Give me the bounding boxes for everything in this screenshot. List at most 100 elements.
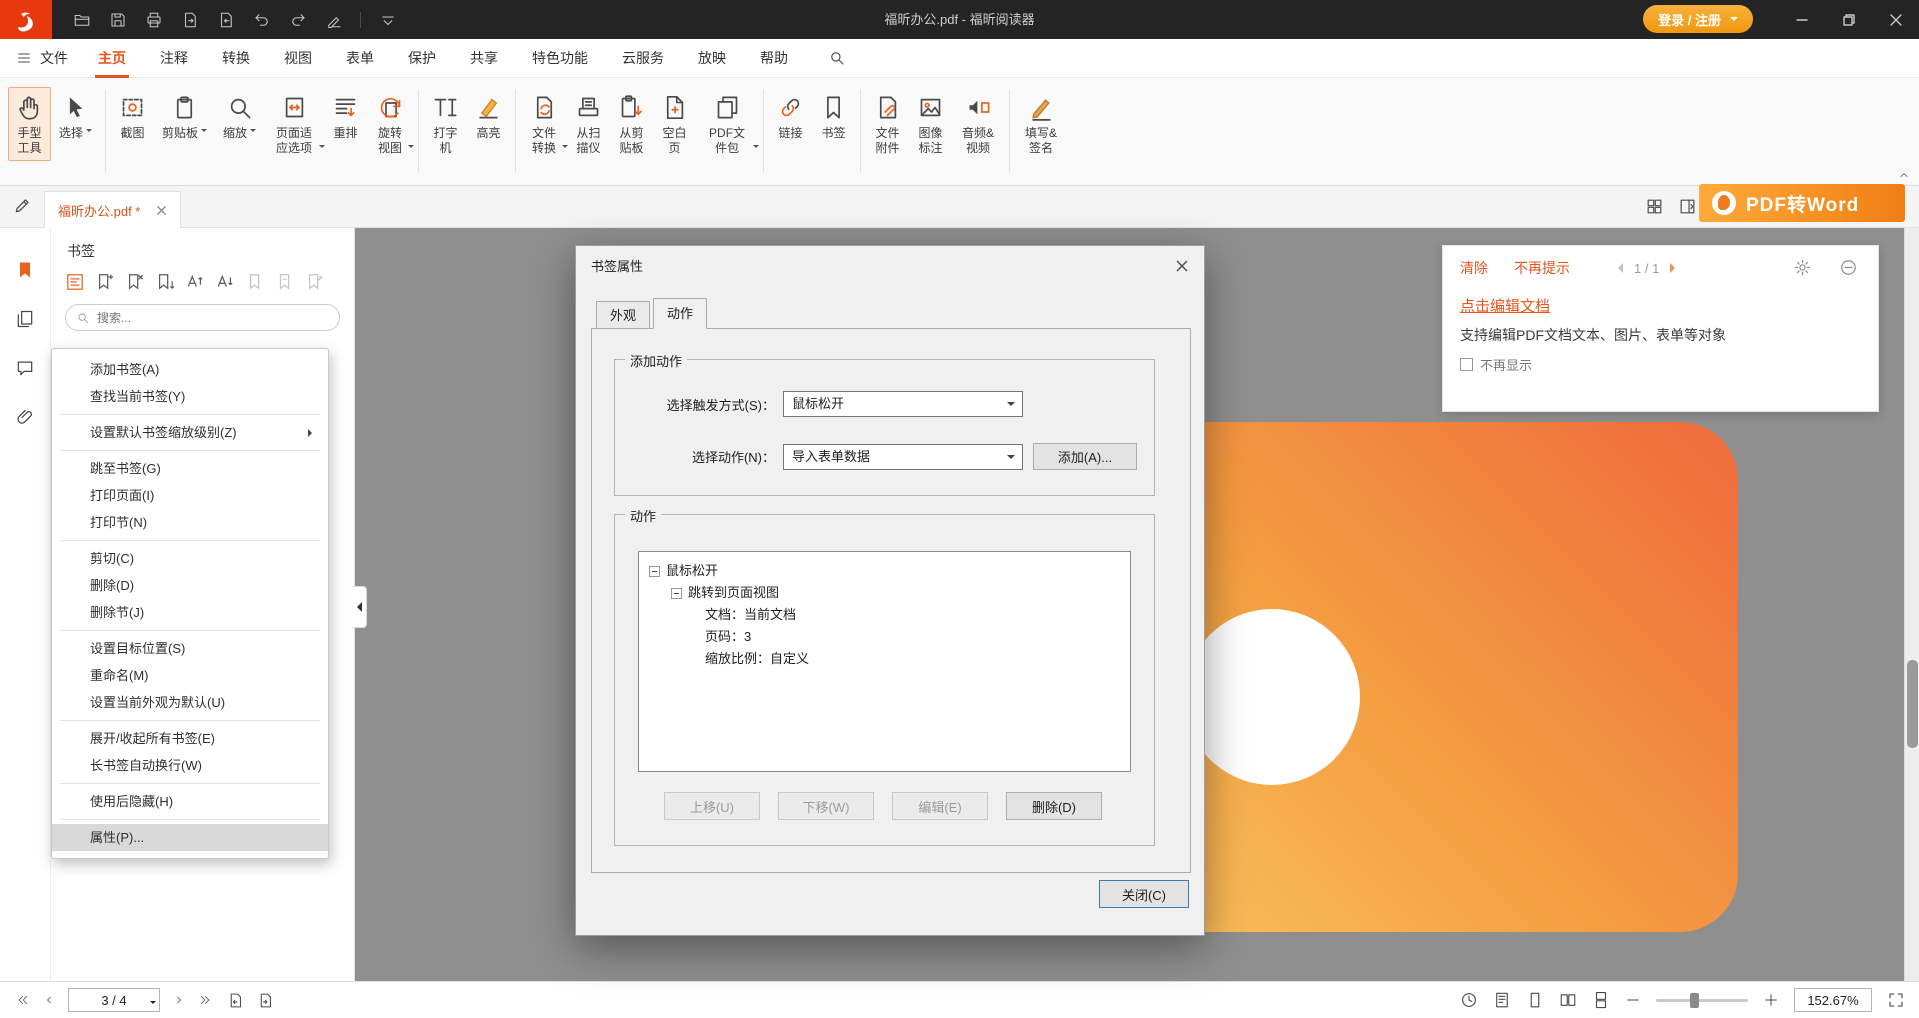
ribbon-tool-blank-page[interactable]: 空白页 <box>653 87 696 161</box>
annotate-pencil-icon[interactable] <box>13 195 33 215</box>
pdf-to-word-button[interactable]: PDF转Word <box>1699 184 1905 222</box>
move-up-button[interactable]: 上移(U) <box>664 792 760 820</box>
ribbon-tool-select[interactable]: 选择 <box>51 87 100 146</box>
ribbon-tool-typewriter[interactable]: 打字机 <box>424 87 467 161</box>
menu-tab-share[interactable]: 共享 <box>470 39 498 78</box>
prev-tip-icon[interactable] <box>1613 263 1623 273</box>
bookmarks-panel-icon[interactable] <box>15 260 35 280</box>
clear-link[interactable]: 清除 <box>1460 258 1488 278</box>
ribbon-tool-file-attachment[interactable]: 文件附件 <box>866 87 909 161</box>
ribbon-tool-snapshot[interactable]: 截图 <box>111 87 154 146</box>
previous-bookmark-icon[interactable] <box>246 273 264 291</box>
menu-item-delete[interactable]: 删除(D) <box>52 572 328 599</box>
delete-bookmark-icon[interactable] <box>126 273 144 291</box>
dialog-titlebar[interactable]: 书签属性 <box>576 246 1204 284</box>
add-action-button[interactable]: 添加(A)... <box>1033 443 1137 470</box>
continuous-scroll-icon[interactable] <box>1592 991 1610 1009</box>
zoom-out-button[interactable] <box>1625 992 1641 1008</box>
tab-action[interactable]: 动作 <box>653 298 707 329</box>
ribbon-tool-audio-video[interactable]: 音频&视频 <box>952 87 1004 161</box>
ribbon-tool-link[interactable]: 链接 <box>769 87 812 146</box>
open-file-button[interactable] <box>68 6 95 33</box>
grid-view-icon[interactable] <box>1645 197 1664 216</box>
redo-button[interactable] <box>284 6 311 33</box>
ribbon-tool-from-scanner[interactable]: 从扫描仪 <box>567 87 610 161</box>
tab-appearance[interactable]: 外观 <box>596 301 650 329</box>
menu-item-find-current-bookmark[interactable]: 查找当前书签(Y) <box>52 383 328 410</box>
next-tip-icon[interactable] <box>1670 263 1680 273</box>
scrollbar-thumb[interactable] <box>1907 660 1918 748</box>
login-button[interactable]: 登录 / 注册 <box>1643 5 1753 33</box>
action-select[interactable]: 导入表单数据 <box>783 444 1023 470</box>
zoom-in-button[interactable] <box>1763 992 1779 1008</box>
bookmark-list-icon[interactable] <box>66 273 84 291</box>
menu-tab-form[interactable]: 表单 <box>346 39 374 78</box>
next-page-icon[interactable] <box>173 993 185 1007</box>
restore-button[interactable] <box>1825 0 1872 39</box>
tip-settings-gear-icon[interactable] <box>1793 258 1812 277</box>
locate-bookmark-icon[interactable] <box>156 273 174 291</box>
bookmark-search-input[interactable] <box>97 311 329 325</box>
move-down-button[interactable]: 下移(W) <box>778 792 874 820</box>
undo-button[interactable] <box>248 6 275 33</box>
menu-tab-projection[interactable]: 放映 <box>698 39 726 78</box>
collapse-panel-handle[interactable] <box>352 586 367 628</box>
ribbon-tool-clipboard[interactable]: 剪贴板 <box>154 87 215 146</box>
zoom-slider-thumb[interactable] <box>1690 993 1699 1008</box>
dont-show-row[interactable]: 不再显示 <box>1460 355 1861 374</box>
tab-close-icon[interactable] <box>156 205 167 216</box>
print-button[interactable] <box>140 6 167 33</box>
save-button[interactable] <box>104 6 131 33</box>
menu-item-add-bookmark[interactable]: 添加书签(A) <box>52 356 328 383</box>
menu-item-use-current-appearance[interactable]: 设置当前外观为默认(U) <box>52 689 328 716</box>
page-dropdown-icon[interactable] <box>150 1001 156 1007</box>
pen-settings-button[interactable] <box>320 6 347 33</box>
facing-pages-icon[interactable] <box>1559 991 1577 1009</box>
vertical-scrollbar[interactable] <box>1904 228 1919 981</box>
prev-page-icon[interactable] <box>43 993 55 1007</box>
menu-item-properties[interactable]: 属性(P)... <box>52 824 328 851</box>
foxit-logo[interactable] <box>0 0 52 39</box>
ribbon-tool-fill-sign[interactable]: 填写&签名 <box>1015 87 1067 161</box>
delete-action-button[interactable]: 删除(D) <box>1006 792 1102 820</box>
edit-action-button[interactable]: 编辑(E) <box>892 792 988 820</box>
page-thumbnails-icon[interactable] <box>15 309 35 329</box>
minimize-button[interactable] <box>1778 0 1825 39</box>
ribbon-tool-bookmark[interactable]: 书签 <box>812 87 855 146</box>
menu-item-print-section[interactable]: 打印节(N) <box>52 509 328 536</box>
dialog-close-button[interactable] <box>1168 253 1196 278</box>
first-page-icon[interactable] <box>14 993 30 1007</box>
search-icon[interactable] <box>828 49 846 67</box>
menu-tab-convert[interactable]: 转换 <box>222 39 250 78</box>
file-menu[interactable]: 文件 <box>16 48 68 68</box>
menu-item-delete-section[interactable]: 删除节(J) <box>52 599 328 626</box>
tree-node-trigger[interactable]: 鼠标松开 <box>649 560 1120 582</box>
menu-tab-view[interactable]: 视图 <box>284 39 312 78</box>
actions-tree[interactable]: 鼠标松开 跳转到页面视图 文档：当前文档 页码：3 缩放比例：自定义 <box>638 551 1131 772</box>
menu-tab-cloud[interactable]: 云服务 <box>622 39 664 78</box>
ribbon-tool-zoom[interactable]: 缩放 <box>215 87 264 146</box>
menu-item-goto-bookmark[interactable]: 跳至书签(G) <box>52 455 328 482</box>
add-bookmark-icon[interactable] <box>96 273 114 291</box>
side-panel-toggle-icon[interactable] <box>1678 197 1697 216</box>
ribbon-tool-hand[interactable]: 手型工具 <box>8 87 51 161</box>
fullscreen-icon[interactable] <box>1887 991 1905 1009</box>
auto-scroll-icon[interactable] <box>1460 991 1478 1009</box>
no-prompt-link[interactable]: 不再提示 <box>1514 258 1570 278</box>
reader-mode-icon[interactable] <box>1493 991 1511 1009</box>
menu-tab-comment[interactable]: 注释 <box>160 39 188 78</box>
ribbon-tool-file-convert[interactable]: 文件转换 <box>521 87 567 161</box>
menu-item-default-zoom-level[interactable]: 设置默认书签缩放级别(Z) <box>52 419 328 446</box>
comments-panel-icon[interactable] <box>15 358 35 378</box>
menu-item-cut[interactable]: 剪切(C) <box>52 545 328 572</box>
tree-node-action[interactable]: 跳转到页面视图 <box>671 582 1120 604</box>
ribbon-tool-page-fit[interactable]: 页面适应选项 <box>264 87 324 161</box>
single-page-icon[interactable] <box>1526 991 1544 1009</box>
edit-document-link[interactable]: 点击编辑文档 <box>1460 295 1550 316</box>
ribbon-tool-reflow[interactable]: 重排 <box>324 87 367 146</box>
dont-show-checkbox[interactable] <box>1460 358 1473 371</box>
menu-item-print-page[interactable]: 打印页面(I) <box>52 482 328 509</box>
menu-tab-home[interactable]: 主页 <box>98 39 126 78</box>
zoom-level-box[interactable] <box>1794 988 1872 1012</box>
ribbon-tool-highlight[interactable]: 高亮 <box>467 87 510 146</box>
